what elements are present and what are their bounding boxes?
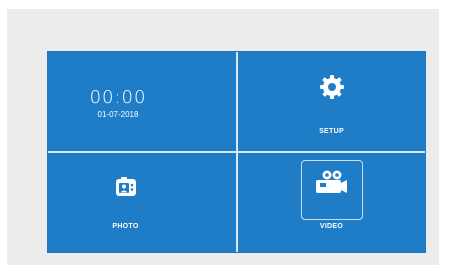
- clock-time: 00:00: [89, 87, 147, 108]
- video-camera-icon: [316, 170, 347, 193]
- main-menu-grid: 00:00 01-07-2018 SETUP PHOTO VIDEO: [47, 51, 426, 253]
- screen-frame: 00:00 01-07-2018 SETUP PHOTO VIDEO: [7, 9, 439, 265]
- photo-label: PHOTO: [112, 223, 139, 230]
- horizontal-divider: [48, 151, 425, 153]
- gear-icon: [320, 75, 344, 99]
- setup-label: SETUP: [319, 128, 344, 135]
- video-label: VIDEO: [319, 223, 344, 230]
- video-tile[interactable]: VIDEO: [238, 153, 425, 252]
- clock-date: 01-07-2018: [97, 110, 139, 119]
- photo-icon: [116, 177, 136, 196]
- clock-tile: 00:00 01-07-2018: [48, 52, 236, 151]
- setup-tile[interactable]: SETUP: [238, 52, 425, 151]
- photo-tile[interactable]: PHOTO: [48, 153, 236, 252]
